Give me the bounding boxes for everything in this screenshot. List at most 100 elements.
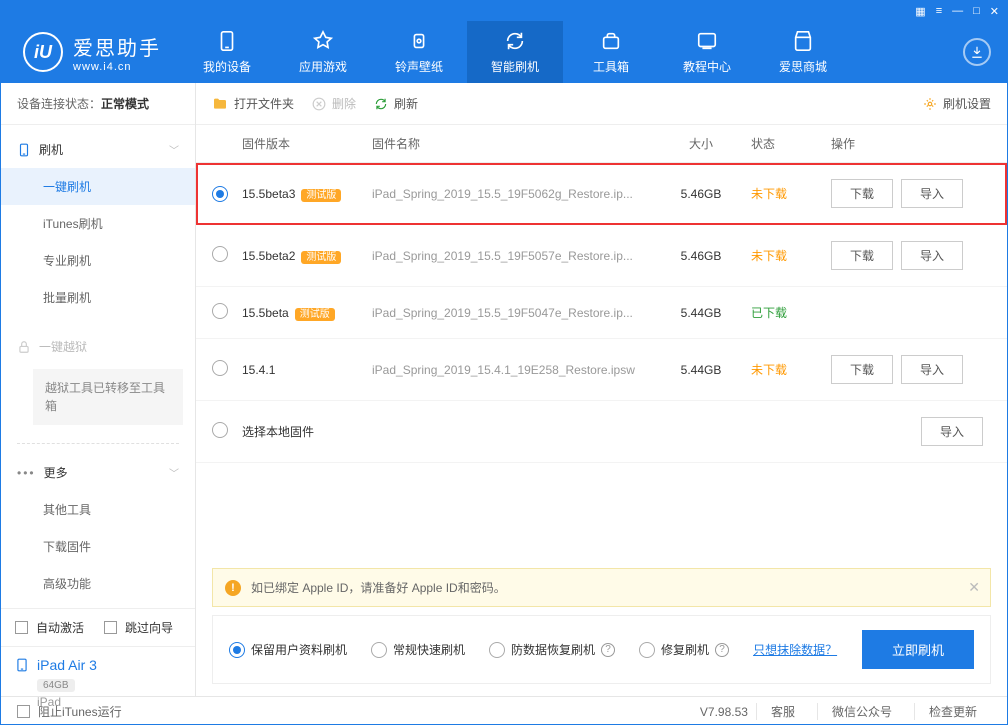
firmware-status: 已下载: [741, 304, 821, 321]
select-local-radio[interactable]: [212, 422, 228, 438]
opt-anti-loss[interactable]: 防数据恢复刷机?: [489, 641, 615, 658]
firmware-radio[interactable]: [212, 186, 228, 202]
nav-apps[interactable]: 应用游戏: [275, 21, 371, 83]
opt-normal[interactable]: 常规快速刷机: [371, 641, 465, 658]
firmware-filename: iPad_Spring_2019_15.4.1_19E258_Restore.i…: [372, 363, 661, 377]
sidebar-group-flash-label: 刷机: [39, 141, 63, 158]
lock-icon: [17, 340, 31, 354]
import-button[interactable]: 导入: [901, 241, 963, 270]
nav-device-label: 我的设备: [203, 58, 251, 75]
header: iU 爱思助手 www.i4.cn 我的设备 应用游戏铃声壁纸 智能刷机工具箱 教程中…: [1, 21, 1007, 83]
sidebar-item-oneclick[interactable]: 一键刷机: [1, 168, 195, 205]
firmware-version: 15.5beta2: [242, 249, 295, 263]
download-button[interactable]: 下载: [831, 179, 893, 208]
open-folder-label: 打开文件夹: [234, 95, 294, 112]
titlebar-minimize-icon[interactable]: —: [952, 5, 963, 17]
col-ops: 操作: [821, 135, 991, 152]
sidebar-item-adv[interactable]: 高级功能: [1, 565, 195, 602]
titlebar-grid-icon[interactable]: ▦: [915, 5, 925, 18]
sidebar-group-more[interactable]: ••• 更多 ﹀: [1, 454, 195, 491]
start-flash-button[interactable]: 立即刷机: [862, 630, 974, 669]
titlebar-maximize-icon[interactable]: □: [973, 5, 980, 17]
alert-close-icon[interactable]: ✕: [968, 579, 980, 596]
firmware-version: 15.5beta: [242, 306, 289, 320]
opt-anti-loss-label: 防数据恢复刷机: [511, 641, 595, 658]
delete-icon: [312, 97, 326, 111]
footer-update[interactable]: 检查更新: [914, 703, 991, 720]
flash-settings-button[interactable]: 刷机设置: [923, 95, 991, 112]
sidebar-item-other[interactable]: 其他工具: [1, 491, 195, 528]
import-local-button[interactable]: 导入: [921, 417, 983, 446]
skip-guide-label: 跳过向导: [125, 619, 173, 636]
flash-settings-label: 刷机设置: [943, 95, 991, 112]
titlebar-list-icon[interactable]: ≡: [936, 5, 942, 17]
select-local-row: 选择本地固件 导入: [196, 401, 1007, 463]
info-icon[interactable]: ?: [601, 643, 615, 657]
more-icon: •••: [17, 466, 36, 480]
refresh-icon: [374, 97, 388, 111]
logo-mark: iU: [23, 32, 63, 72]
firmware-row[interactable]: 15.5beta2 测试版 iPad_Spring_2019_15.5_19F505…: [196, 225, 1007, 287]
refresh-label: 刷新: [394, 95, 418, 112]
sidebar-group-more-label: 更多: [44, 464, 68, 481]
firmware-radio[interactable]: [212, 303, 228, 319]
beta-badge: 测试版: [301, 189, 341, 202]
apps-icon: [312, 30, 334, 52]
nav-tutorial[interactable]: 教程中心: [659, 21, 755, 83]
nav-tools[interactable]: 工具箱: [563, 21, 659, 83]
opt-keep-data[interactable]: 保留用户资料刷机: [229, 641, 347, 658]
info-icon[interactable]: ?: [715, 643, 729, 657]
import-button[interactable]: 导入: [901, 179, 963, 208]
download-button[interactable]: 下载: [831, 355, 893, 384]
beta-badge: 测试版: [301, 251, 341, 264]
erase-data-link[interactable]: 只想抹除数据？: [753, 641, 837, 658]
nav-store[interactable]: 爱思商城: [755, 21, 851, 83]
block-itunes-label: 阻止iTunes运行: [38, 703, 122, 720]
block-itunes-checkbox[interactable]: [17, 705, 30, 718]
delete-label: 删除: [332, 95, 356, 112]
tablet-icon: [15, 657, 29, 673]
toolbar: 打开文件夹 删除 刷新 刷机设置: [196, 83, 1007, 125]
sidebar-group-flash[interactable]: 刷机 ﹀: [1, 131, 195, 168]
sidebar-item-pro[interactable]: 专业刷机: [1, 242, 195, 279]
auto-activate-checkbox[interactable]: [15, 621, 28, 634]
firmware-radio[interactable]: [212, 360, 228, 376]
store-icon: [792, 30, 814, 52]
device-icon: [216, 30, 238, 52]
col-size: 大小: [661, 135, 741, 152]
firmware-filename: iPad_Spring_2019_15.5_19F5062g_Restore.i…: [372, 187, 661, 201]
footer-wechat[interactable]: 微信公众号: [817, 703, 906, 720]
nav-tools-label: 工具箱: [593, 58, 629, 75]
ringtone-icon: [408, 30, 430, 52]
sidebar-item-download[interactable]: 下载固件: [1, 528, 195, 565]
sidebar-item-batch[interactable]: 批量刷机: [1, 279, 195, 316]
nav-device[interactable]: 我的设备: [179, 21, 275, 83]
open-folder-button[interactable]: 打开文件夹: [212, 95, 294, 112]
download-button[interactable]: 下载: [831, 241, 893, 270]
footer-service[interactable]: 客服: [756, 703, 809, 720]
nav-store-label: 爱思商城: [779, 58, 827, 75]
skip-guide-checkbox[interactable]: [104, 621, 117, 634]
opt-repair[interactable]: 修复刷机?: [639, 641, 729, 658]
firmware-radio[interactable]: [212, 246, 228, 262]
sidebar-item-itunes[interactable]: iTunes刷机: [1, 205, 195, 242]
firmware-size: 5.44GB: [661, 363, 741, 377]
logo: iU 爱思助手 www.i4.cn: [1, 32, 179, 73]
col-version: 固件版本: [242, 135, 372, 152]
device-storage-badge: 64GB: [37, 679, 75, 692]
firmware-filename: iPad_Spring_2019_15.5_19F5057e_Restore.i…: [372, 249, 661, 263]
nav-ringtone-label: 铃声壁纸: [395, 58, 443, 75]
import-button[interactable]: 导入: [901, 355, 963, 384]
firmware-row[interactable]: 15.5beta测试版iPad_Spring_2019_15.5_19F5047…: [196, 287, 1007, 339]
firmware-row[interactable]: 15.4.1iPad_Spring_2019_15.4.1_19E258_Res…: [196, 339, 1007, 401]
nav-flash[interactable]: 智能刷机: [467, 21, 563, 83]
connection-status-value: 正常模式: [101, 97, 149, 111]
tools-icon: [600, 30, 622, 52]
nav-ringtone[interactable]: 铃声壁纸: [371, 21, 467, 83]
download-manager-icon[interactable]: [963, 38, 991, 66]
firmware-row[interactable]: 15.5beta3测试版iPad_Spring_2019_15.5_19F506…: [196, 163, 1007, 225]
titlebar-close-icon[interactable]: ✕: [990, 5, 999, 18]
col-name: 固件名称: [372, 135, 661, 152]
sidebar-group-jailbreak-label: 一键越狱: [39, 338, 87, 355]
refresh-button[interactable]: 刷新: [374, 95, 418, 112]
